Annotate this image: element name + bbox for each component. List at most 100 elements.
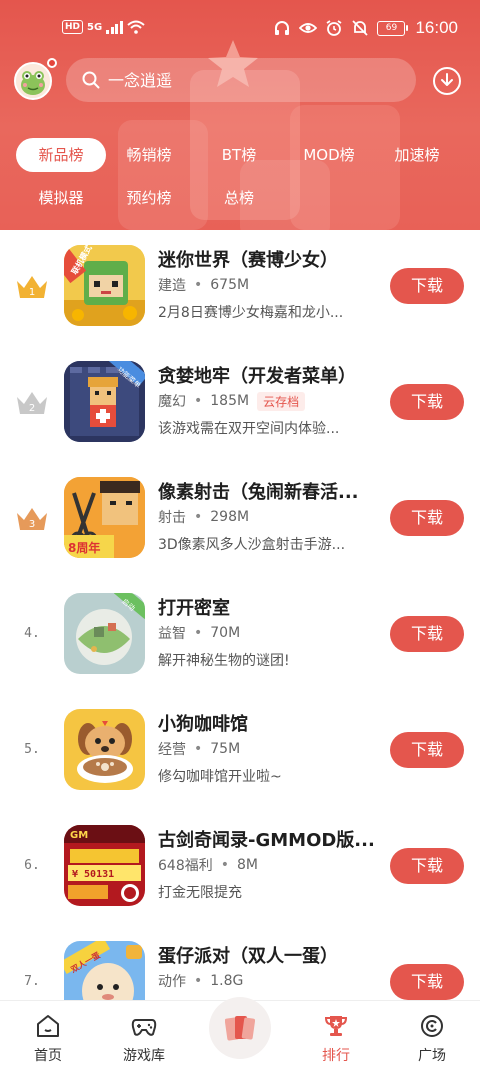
game-icon[interactable]: 8周年 xyxy=(64,477,145,558)
puppy-cafe-icon xyxy=(64,709,145,790)
download-icon[interactable] xyxy=(432,66,462,96)
game-size: 298M xyxy=(210,509,250,525)
tab-emulator[interactable]: 模拟器 xyxy=(16,181,106,215)
tab-reserve[interactable]: 预约榜 xyxy=(104,181,194,215)
tab-new[interactable]: 新品榜 xyxy=(16,138,106,172)
download-button[interactable]: 下载 xyxy=(390,500,464,536)
search-input[interactable] xyxy=(108,70,358,90)
tab-overall[interactable]: 总榜 xyxy=(194,181,284,215)
escape-room-icon: 启动 xyxy=(64,593,145,674)
rank-number: 7. xyxy=(24,974,40,989)
nav-ranking[interactable]: 排行 xyxy=(288,1001,384,1067)
eye-icon xyxy=(299,23,318,33)
search-bar[interactable] xyxy=(66,58,416,102)
game-meta: 建造 • 675M xyxy=(158,277,250,294)
game-icon[interactable]: 联机模式 xyxy=(64,245,145,326)
game-icon[interactable]: 双人一蛋 xyxy=(64,941,145,1000)
game-size: 185M xyxy=(210,393,250,409)
game-category: 射击 xyxy=(158,510,186,526)
nav-home[interactable]: 首页 xyxy=(0,1001,96,1067)
alarm-icon xyxy=(326,20,342,36)
cards-icon xyxy=(225,1016,255,1041)
game-meta: 经营 • 75M xyxy=(158,741,241,758)
silver-crown-icon: 2 xyxy=(17,392,47,414)
download-button[interactable]: 下载 xyxy=(390,384,464,420)
rank-number: 2 xyxy=(29,403,35,414)
game-title: 古剑奇闻录-GMMOD版... xyxy=(158,830,373,851)
game-desc: 该游戏需在双开空间内体验... xyxy=(158,421,340,437)
nav-label: 游戏库 xyxy=(123,1048,165,1064)
rank-number: 1 xyxy=(29,287,35,298)
status-right: 69 16:00 xyxy=(273,18,458,38)
download-button[interactable]: 下载 xyxy=(390,732,464,768)
tab-bestseller[interactable]: 畅销榜 xyxy=(104,138,194,172)
game-desc: 修勾咖啡馆开业啦~ xyxy=(158,769,282,785)
bell-muted-icon xyxy=(352,20,369,36)
game-desc: 解开神秘生物的谜团! xyxy=(158,653,290,669)
headphones-icon xyxy=(275,21,290,35)
dungeon-icon: 功能菜单 xyxy=(64,361,145,442)
list-item[interactable]: 5. 小狗咖啡馆 经营 • 75M 修勾咖啡馆开业啦~ 下载 xyxy=(0,694,480,810)
game-desc: 打金无限提充 xyxy=(158,885,242,901)
nav-label: 广场 xyxy=(418,1048,446,1064)
status-time: 16:00 xyxy=(415,18,458,37)
svg-text:¥ 50131: ¥ 50131 xyxy=(72,869,114,880)
game-icon[interactable]: GM ¥ 50131 xyxy=(64,825,145,906)
tab-accelerate[interactable]: 加速榜 xyxy=(372,138,462,172)
header: HD 5G 69 16:00 一念逍遥 新品榜 畅销榜 BT榜 MOD榜 加速榜… xyxy=(0,0,480,230)
signal-icon xyxy=(106,20,123,34)
nav-label: 排行 xyxy=(322,1048,350,1064)
list-item[interactable]: 7. 双人一蛋 蛋仔派对（双人一蛋） 动作 • 1.8G 下载 xyxy=(0,926,480,1000)
tab-bt[interactable]: BT榜 xyxy=(194,138,284,172)
game-icon[interactable]: 功能菜单 xyxy=(64,361,145,442)
status-left: HD 5G xyxy=(62,20,145,34)
download-button[interactable]: 下载 xyxy=(390,268,464,304)
download-button[interactable]: 下载 xyxy=(390,616,464,652)
search-icon xyxy=(82,71,100,89)
game-size: 1.8G xyxy=(210,973,244,989)
game-title: 像素射击（兔闹新春活... xyxy=(158,482,359,503)
rank-number: 5. xyxy=(24,742,40,757)
download-button[interactable]: 下载 xyxy=(390,848,464,884)
bronze-crown-icon: 3 xyxy=(17,508,47,530)
nav-plaza[interactable]: 广场 xyxy=(384,1001,480,1067)
list-item[interactable]: 4. 启动 打开密室 益智 • 70M 解开神秘生物的谜团! 下载 xyxy=(0,578,480,694)
home-icon xyxy=(37,1015,59,1037)
svg-text:8周年: 8周年 xyxy=(68,540,100,555)
game-category: 益智 xyxy=(158,626,186,642)
nav-label: 首页 xyxy=(34,1048,62,1064)
nav-library[interactable]: 游戏库 xyxy=(96,1001,192,1067)
game-title: 迷你世界（赛博少女） xyxy=(158,250,338,271)
sword-tale-icon: GM ¥ 50131 xyxy=(64,825,145,906)
list-item[interactable]: 1 联机模式 迷你世界（赛博少女） 建造 • 675M 2月8日赛博少女梅嘉和龙小.… xyxy=(0,230,480,346)
game-meta: 648福利 • 8M xyxy=(158,857,258,874)
list-item[interactable]: 2 功能菜单 贪婪地牢（开发者菜单） 魔幻 • 185M 云存档 该游戏需在双开空间… xyxy=(0,346,480,462)
mini-world-icon: 联机模式 xyxy=(64,245,145,326)
tab-mod[interactable]: MOD榜 xyxy=(284,138,374,172)
game-meta: 射击 • 298M xyxy=(158,509,250,526)
game-title: 打开密室 xyxy=(158,598,230,619)
list-item[interactable]: 3 8周年 像素射击（兔闹新春活... 射击 • 298M 3D像素风多人沙盒射击手… xyxy=(0,462,480,578)
pixel-gun-icon: 8周年 xyxy=(64,477,145,558)
game-desc: 2月8日赛博少女梅嘉和龙小... xyxy=(158,305,344,321)
game-icon[interactable]: 启动 xyxy=(64,593,145,674)
download-button[interactable]: 下载 xyxy=(390,964,464,1000)
list-item[interactable]: 6. GM ¥ 50131 古剑奇闻录-GMMOD版... 648福利 • 8M 打… xyxy=(0,810,480,926)
status-bar: HD 5G 69 16:00 xyxy=(0,0,480,58)
game-category: 动作 xyxy=(158,974,186,990)
game-category: 魔幻 xyxy=(158,394,186,410)
plaza-icon xyxy=(421,1015,443,1037)
rank-number: 4. xyxy=(24,626,40,641)
game-meta: 益智 • 70M xyxy=(158,625,241,642)
rank-number: 3 xyxy=(29,519,35,530)
hd-badge: HD xyxy=(62,20,84,34)
game-meta: 动作 • 1.8G xyxy=(158,973,244,990)
avatar[interactable] xyxy=(14,62,52,100)
rank-number: 6. xyxy=(24,858,40,873)
frog-avatar-icon xyxy=(16,64,50,98)
game-category: 648福利 xyxy=(158,858,213,874)
game-title: 贪婪地牢（开发者菜单） xyxy=(158,366,356,387)
game-icon[interactable] xyxy=(64,709,145,790)
svg-text:GM: GM xyxy=(70,830,88,841)
center-cards-button[interactable] xyxy=(209,997,271,1059)
